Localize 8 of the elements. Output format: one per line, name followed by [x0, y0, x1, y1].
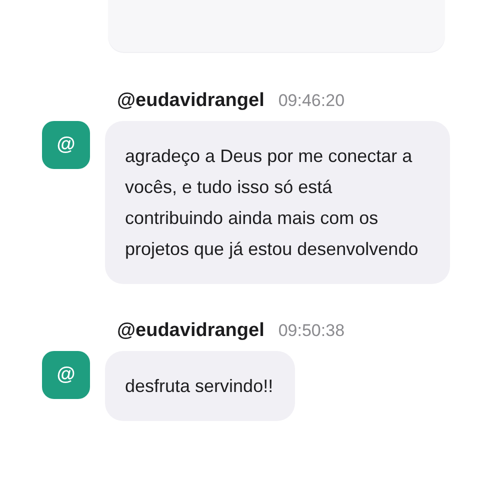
avatar: @: [42, 351, 90, 399]
username: @eudavidrangel: [117, 90, 264, 112]
username: @eudavidrangel: [117, 320, 264, 342]
message-time: 09:50:38: [278, 321, 345, 341]
message-time: 09:46:20: [278, 91, 345, 111]
message-bubble: desfruta servindo!!: [105, 351, 296, 421]
avatar: @: [42, 121, 90, 169]
message-bubble: agradeço a Deus por me conectar a vocês, e tudo isso só está contribuindo ainda mais com os projetos que já estou desenvolvendo: [105, 121, 450, 284]
